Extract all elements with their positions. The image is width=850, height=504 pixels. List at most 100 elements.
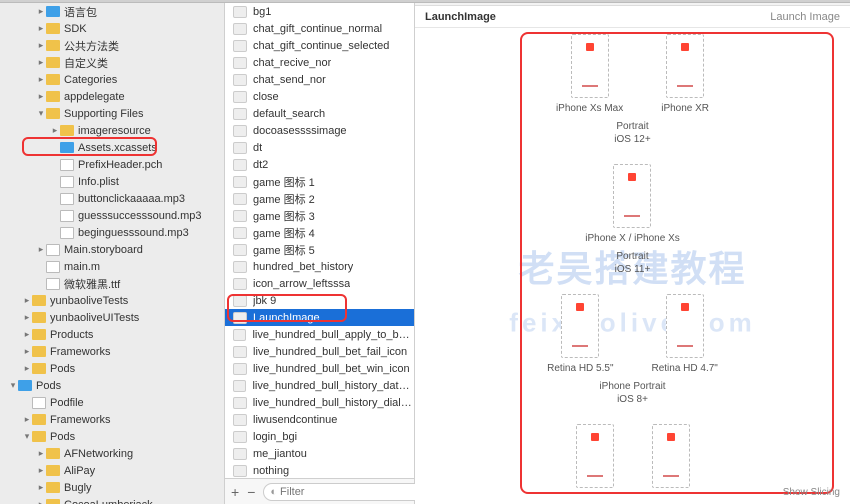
asset-row[interactable]: me_jiantou: [225, 445, 414, 462]
nav-row[interactable]: 微软雅黑.ttf: [0, 275, 224, 292]
nav-row[interactable]: ▸imageresource: [0, 122, 224, 139]
chevron-icon[interactable]: ▸: [22, 312, 32, 323]
asset-row[interactable]: liwusendcontinue: [225, 411, 414, 428]
chevron-icon[interactable]: ▾: [8, 380, 18, 391]
chevron-icon[interactable]: ▸: [22, 363, 32, 374]
chevron-icon[interactable]: ▸: [36, 499, 46, 504]
image-slot[interactable]: Retina HD 5.5": [547, 294, 613, 374]
asset-row[interactable]: game 图标 1: [225, 173, 414, 190]
nav-row[interactable]: Info.plist: [0, 173, 224, 190]
chevron-icon[interactable]: ▸: [36, 23, 46, 34]
nav-row[interactable]: ▸SDK: [0, 20, 224, 37]
slot-placeholder[interactable]: [576, 424, 614, 488]
nav-row[interactable]: beginguesssound.mp3: [0, 224, 224, 241]
image-slot[interactable]: iPhone X / iPhone Xs: [585, 164, 680, 244]
asset-row[interactable]: dt: [225, 139, 414, 156]
filter-field[interactable]: ◐: [263, 483, 429, 501]
nav-row[interactable]: ▸Categories: [0, 71, 224, 88]
chevron-icon[interactable]: ▸: [22, 295, 32, 306]
asset-row[interactable]: chat_recive_nor: [225, 54, 414, 71]
nav-row[interactable]: Podfile: [0, 394, 224, 411]
slot-placeholder[interactable]: [652, 424, 690, 488]
nav-row[interactable]: ▾Pods: [0, 428, 224, 445]
asset-row[interactable]: close: [225, 88, 414, 105]
asset-row[interactable]: live_hundred_bull_history_dialo…: [225, 394, 414, 411]
asset-row[interactable]: chat_send_nor: [225, 71, 414, 88]
nav-row[interactable]: ▸CocoaLumberjack: [0, 496, 224, 504]
chevron-icon[interactable]: ▸: [36, 482, 46, 493]
asset-row[interactable]: jbk 9: [225, 292, 414, 309]
nav-row[interactable]: ▾Supporting Files: [0, 105, 224, 122]
nav-row[interactable]: PrefixHeader.pch: [0, 156, 224, 173]
asset-row[interactable]: chat_gift_continue_selected: [225, 37, 414, 54]
nav-row[interactable]: ▸yunbaoliveTests: [0, 292, 224, 309]
remove-button[interactable]: −: [247, 484, 255, 500]
asset-row[interactable]: game 图标 5: [225, 241, 414, 258]
slot-placeholder[interactable]: [666, 34, 704, 98]
asset-row[interactable]: login_bgi: [225, 428, 414, 445]
chevron-icon[interactable]: ▸: [36, 244, 46, 255]
nav-row[interactable]: ▸AliPay: [0, 462, 224, 479]
chevron-icon[interactable]: ▸: [36, 91, 46, 102]
nav-row[interactable]: ▾Pods: [0, 377, 224, 394]
asset-row[interactable]: live_hundred_bull_apply_to_ban…: [225, 326, 414, 343]
asset-row[interactable]: game 图标 3: [225, 207, 414, 224]
chevron-icon[interactable]: ▾: [22, 431, 32, 442]
nav-row[interactable]: Assets.xcassets: [0, 139, 224, 156]
image-slot[interactable]: iPhone Xs Max: [556, 34, 623, 114]
chevron-icon[interactable]: ▸: [36, 74, 46, 85]
nav-row[interactable]: ▸自定义类: [0, 54, 224, 71]
chevron-icon[interactable]: ▸: [22, 414, 32, 425]
nav-row[interactable]: ▸AFNetworking: [0, 445, 224, 462]
nav-row[interactable]: ▸Frameworks: [0, 343, 224, 360]
chevron-icon[interactable]: ▸: [36, 465, 46, 476]
navigator-tree[interactable]: ▸语言包▸SDK▸公共方法类▸自定义类▸Categories▸appdelega…: [0, 3, 224, 504]
asset-row[interactable]: live_hundred_bull_bet_fail_icon: [225, 343, 414, 360]
slot-placeholder[interactable]: [666, 294, 704, 358]
nav-row[interactable]: ▸yunbaoliveUITests: [0, 309, 224, 326]
asset-row[interactable]: nothing: [225, 462, 414, 478]
nav-row[interactable]: ▸公共方法类: [0, 37, 224, 54]
chevron-icon[interactable]: ▾: [36, 108, 46, 119]
nav-row[interactable]: main.m: [0, 258, 224, 275]
nav-row[interactable]: ▸Main.storyboard: [0, 241, 224, 258]
nav-row[interactable]: buttonclickaaaaa.mp3: [0, 190, 224, 207]
asset-row[interactable]: chat_gift_continue_normal: [225, 20, 414, 37]
nav-row[interactable]: guesssuccesssound.mp3: [0, 207, 224, 224]
chevron-icon[interactable]: ▸: [50, 125, 60, 136]
slot-placeholder[interactable]: [613, 164, 651, 228]
nav-row[interactable]: ▸Bugly: [0, 479, 224, 496]
asset-row[interactable]: default_search: [225, 105, 414, 122]
asset-row[interactable]: live_hundred_bull_bet_win_icon: [225, 360, 414, 377]
chevron-icon[interactable]: ▸: [36, 448, 46, 459]
asset-row[interactable]: hundred_bet_history: [225, 258, 414, 275]
asset-list[interactable]: bg1chat_gift_continue_normalchat_gift_co…: [225, 3, 414, 478]
image-slot[interactable]: Retina HD 4.7": [652, 294, 718, 374]
launch-image-canvas[interactable]: 老吴搭建教程 feixiaolive.com iPhone Xs MaxiPho…: [415, 28, 850, 504]
show-slicing-button[interactable]: Show Slicing: [783, 487, 840, 498]
chevron-icon[interactable]: ▸: [36, 40, 46, 51]
chevron-icon[interactable]: ▸: [22, 329, 32, 340]
slot-placeholder[interactable]: [561, 294, 599, 358]
asset-row[interactable]: bg1: [225, 3, 414, 20]
chevron-icon[interactable]: ▸: [36, 57, 46, 68]
image-slot[interactable]: [652, 424, 690, 488]
nav-row[interactable]: ▸Frameworks: [0, 411, 224, 428]
chevron-icon[interactable]: ▸: [36, 6, 46, 17]
add-button[interactable]: +: [231, 484, 239, 500]
nav-row[interactable]: ▸appdelegate: [0, 88, 224, 105]
image-slot[interactable]: iPhone XR: [661, 34, 709, 114]
nav-row[interactable]: ▸语言包: [0, 3, 224, 20]
filter-input[interactable]: [280, 486, 422, 498]
asset-row[interactable]: icon_arrow_leftsssa: [225, 275, 414, 292]
nav-row[interactable]: ▸Pods: [0, 360, 224, 377]
slot-placeholder[interactable]: [571, 34, 609, 98]
asset-row[interactable]: dt2: [225, 156, 414, 173]
asset-row[interactable]: docoasessssimage: [225, 122, 414, 139]
asset-row[interactable]: game 图标 2: [225, 190, 414, 207]
nav-row[interactable]: ▸Products: [0, 326, 224, 343]
chevron-icon[interactable]: ▸: [22, 346, 32, 357]
asset-row[interactable]: live_hundred_bull_history_data_…: [225, 377, 414, 394]
asset-row[interactable]: LaunchImage: [225, 309, 414, 326]
asset-row[interactable]: game 图标 4: [225, 224, 414, 241]
